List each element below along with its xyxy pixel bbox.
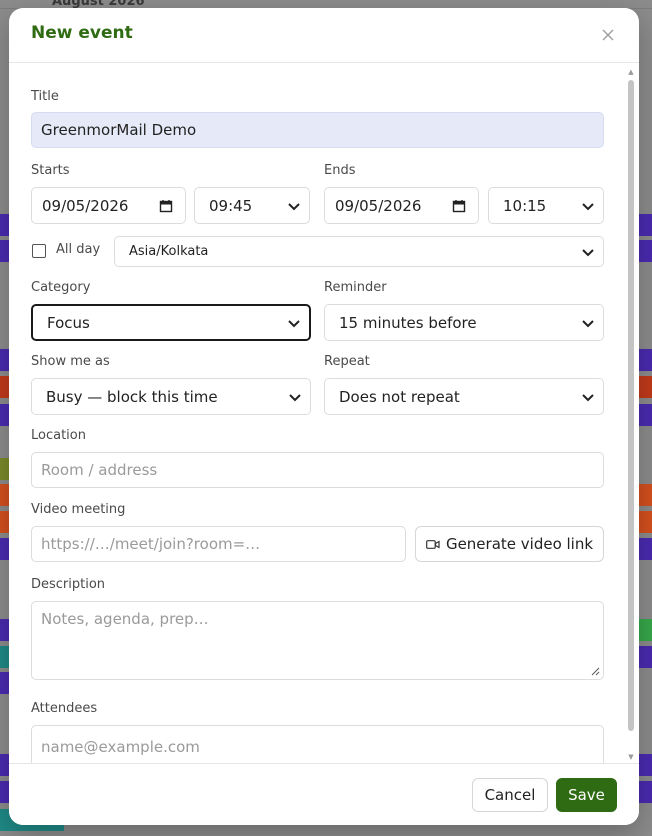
video-camera-icon (426, 539, 440, 549)
repeat-value: Does not repeat (339, 387, 460, 406)
event-chip[interactable] (639, 240, 652, 262)
event-chip[interactable] (639, 349, 652, 371)
video-link-input[interactable]: https://…/meet/join?room=… (31, 526, 406, 562)
all-day-checkbox[interactable] (32, 244, 46, 258)
show-as-value: Busy — block this time (46, 387, 218, 406)
video-meeting-label: Video meeting (31, 502, 126, 517)
event-chip[interactable] (639, 511, 652, 533)
repeat-select[interactable]: Does not repeat (324, 378, 604, 415)
show-as-select[interactable]: Busy — block this time (31, 378, 311, 415)
end-time-value: 10:15 (503, 196, 547, 215)
start-time-value: 09:45 (209, 196, 253, 215)
event-chip[interactable] (0, 619, 9, 641)
attendees-placeholder: name@example.com (41, 738, 200, 756)
cancel-button-label: Cancel (484, 786, 536, 804)
event-chip[interactable] (0, 376, 9, 398)
timezone-select[interactable]: Asia/Kolkata (114, 236, 604, 267)
video-link-placeholder: https://…/meet/join?room=… (41, 535, 261, 553)
dialog-title: New event (31, 23, 133, 43)
reminder-select[interactable]: 15 minutes before (324, 304, 604, 341)
attendees-input[interactable]: name@example.com (31, 725, 604, 763)
dialog-header: New event (9, 8, 639, 63)
chevron-down-icon (582, 202, 594, 210)
chevron-down-icon (582, 248, 594, 256)
event-chip[interactable] (0, 458, 9, 480)
close-icon (602, 29, 614, 41)
location-input[interactable]: Room / address (31, 452, 604, 488)
event-chip[interactable] (639, 376, 652, 398)
reminder-value: 15 minutes before (339, 313, 477, 332)
chevron-down-icon (582, 393, 594, 401)
location-placeholder: Room / address (41, 461, 158, 479)
attendees-label: Attendees (31, 701, 98, 716)
show-as-label: Show me as (31, 354, 110, 369)
generate-video-link-button[interactable]: Generate video link (415, 526, 604, 562)
event-chip[interactable] (0, 672, 9, 694)
start-date-input[interactable]: 09/05/2026 (31, 187, 186, 224)
event-chip[interactable] (639, 484, 652, 506)
event-chip[interactable] (639, 214, 652, 236)
event-chip[interactable] (0, 646, 9, 668)
reminder-label: Reminder (324, 280, 387, 295)
repeat-label: Repeat (324, 354, 370, 369)
event-chip[interactable] (639, 646, 652, 668)
dialog-footer: Cancel Save (9, 763, 639, 825)
ends-label: Ends (324, 163, 356, 178)
close-button[interactable] (599, 26, 617, 44)
event-chip[interactable] (639, 619, 652, 641)
title-input[interactable]: GreenmorMail Demo (31, 112, 604, 148)
scroll-down-arrow[interactable]: ▼ (627, 753, 635, 761)
event-chip[interactable] (0, 214, 9, 236)
chevron-down-icon (288, 202, 300, 210)
cancel-button[interactable]: Cancel (472, 778, 548, 812)
new-event-dialog: New event ▲ ▼ Title GreenmorMail Demo St… (9, 8, 639, 825)
event-chip[interactable] (0, 538, 9, 560)
title-label: Title (31, 89, 59, 104)
starts-label: Starts (31, 163, 70, 178)
calendar-icon[interactable] (452, 199, 466, 213)
location-label: Location (31, 428, 86, 443)
generate-video-link-label: Generate video link (445, 535, 594, 553)
event-chip[interactable] (639, 781, 652, 803)
end-date-input[interactable]: 09/05/2026 (324, 187, 479, 224)
category-label: Category (31, 280, 91, 295)
chevron-down-icon (582, 319, 594, 327)
event-chip[interactable] (639, 404, 652, 426)
timezone-value: Asia/Kolkata (129, 244, 209, 259)
chevron-down-icon (289, 393, 301, 401)
start-time-select[interactable]: 09:45 (194, 187, 310, 224)
calendar-icon[interactable] (159, 199, 173, 213)
event-chip[interactable] (0, 349, 9, 371)
event-chip[interactable] (0, 484, 9, 506)
end-date-value: 09/05/2026 (335, 196, 422, 215)
chevron-down-icon (288, 319, 300, 327)
save-button-label: Save (568, 786, 605, 804)
start-date-value: 09/05/2026 (42, 196, 129, 215)
all-day-label: All day (56, 242, 101, 257)
scroll-up-arrow[interactable]: ▲ (627, 68, 635, 76)
category-select[interactable]: Focus (31, 304, 311, 341)
event-chip[interactable] (0, 781, 9, 803)
event-chip[interactable] (639, 538, 652, 560)
description-placeholder: Notes, agenda, prep… (41, 610, 209, 628)
end-time-select[interactable]: 10:15 (488, 187, 604, 224)
description-textarea[interactable]: Notes, agenda, prep… (31, 601, 604, 680)
title-value: GreenmorMail Demo (41, 121, 197, 139)
resize-handle-icon[interactable] (591, 667, 600, 676)
event-chip[interactable] (0, 511, 9, 533)
save-button[interactable]: Save (556, 778, 617, 812)
category-value: Focus (47, 313, 90, 332)
event-chip[interactable] (0, 754, 9, 776)
dialog-scrollbar[interactable]: ▲ ▼ (627, 66, 635, 761)
description-label: Description (31, 577, 106, 592)
event-chip[interactable] (0, 240, 9, 262)
event-chip[interactable] (0, 404, 9, 426)
event-chip[interactable] (639, 754, 652, 776)
scroll-thumb[interactable] (628, 80, 634, 731)
dialog-body: ▲ ▼ Title GreenmorMail Demo Starts Ends … (9, 64, 639, 763)
